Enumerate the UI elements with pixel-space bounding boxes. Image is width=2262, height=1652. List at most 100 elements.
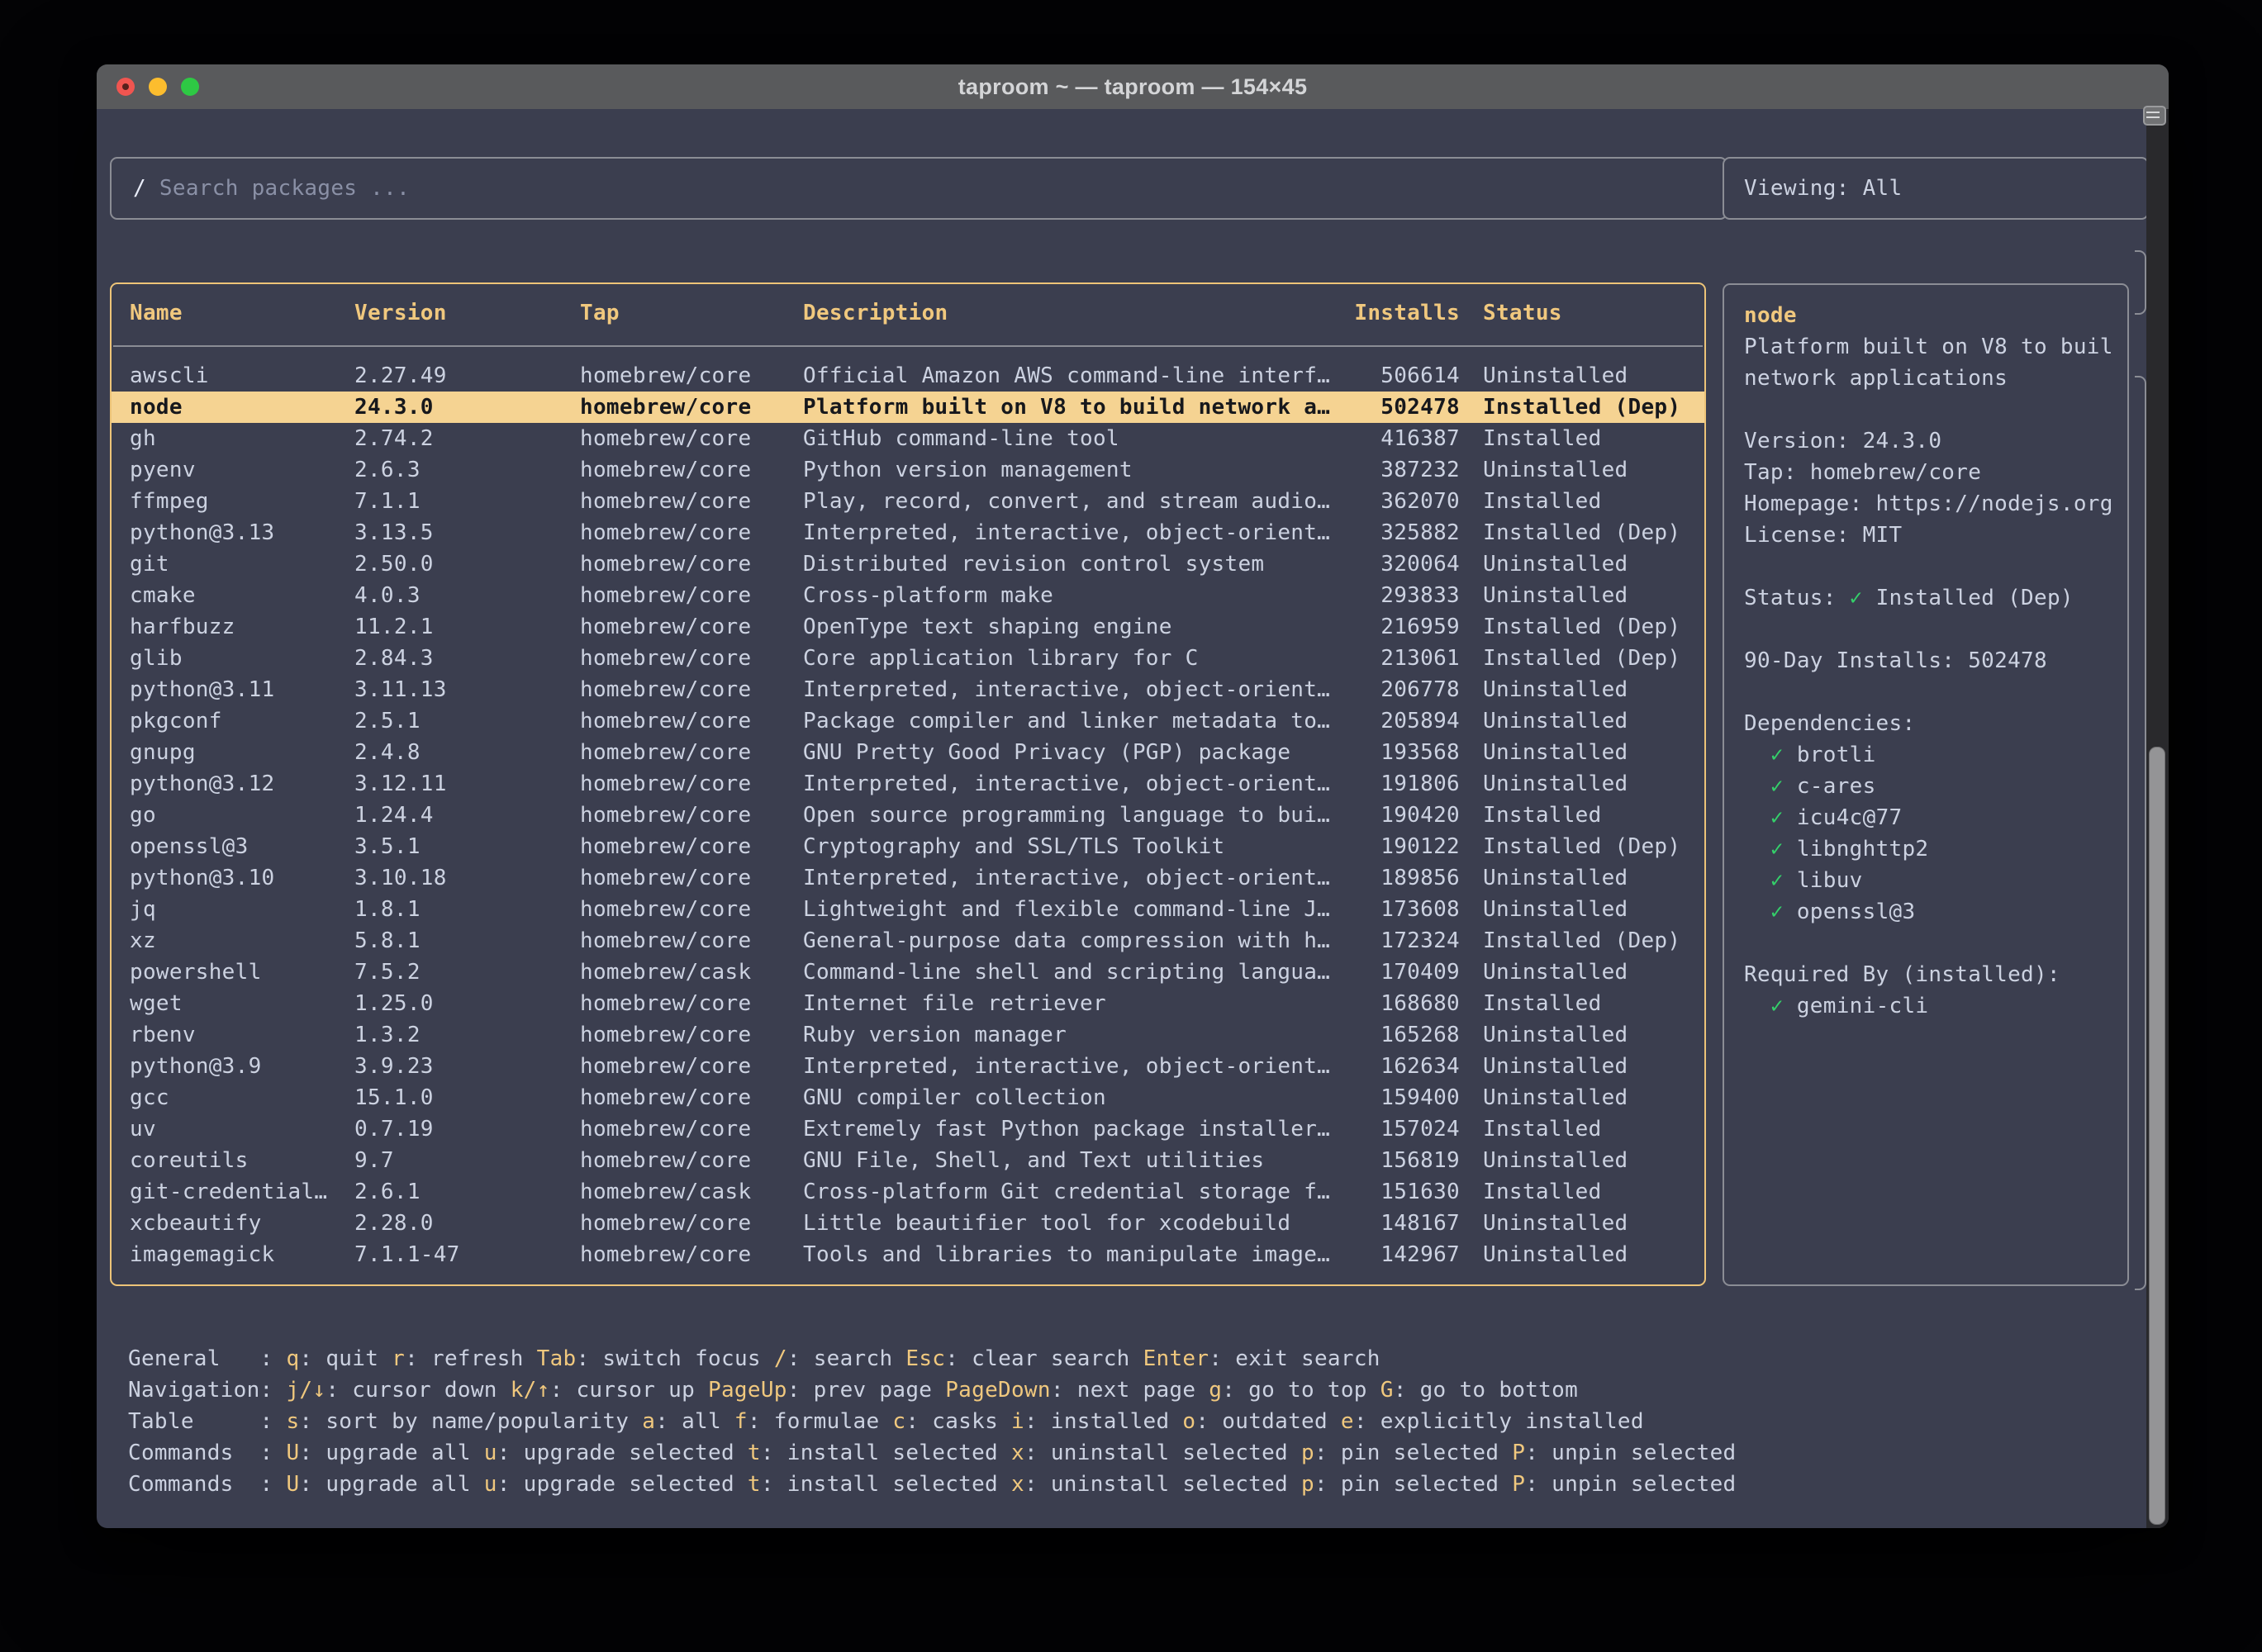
table-row[interactable]: git-credential…2.6.1homebrew/caskCross-p… bbox=[112, 1176, 1704, 1208]
table-row[interactable]: python@3.123.12.11homebrew/coreInterpret… bbox=[112, 768, 1704, 800]
cell-tap: homebrew/core bbox=[580, 580, 803, 611]
text-segment: : all bbox=[655, 1409, 734, 1434]
table-row[interactable]: openssl@33.5.1homebrew/coreCryptography … bbox=[112, 831, 1704, 862]
details-line: ✓ libuv bbox=[1744, 865, 2121, 896]
viewing-filter[interactable]: Viewing: All bbox=[1723, 157, 2149, 220]
table-row[interactable]: imagemagick7.1.1-47homebrew/coreTools an… bbox=[112, 1239, 1704, 1270]
table-row[interactable]: pyenv2.6.3homebrew/corePython version ma… bbox=[112, 454, 1704, 486]
titlebar[interactable]: taproom ~ — taproom — 154×45 bbox=[97, 64, 2169, 109]
cell-tap: homebrew/core bbox=[580, 800, 803, 831]
close-button[interactable] bbox=[116, 78, 135, 96]
text-segment: : install selected bbox=[761, 1441, 1011, 1465]
scrollbar-thumb[interactable] bbox=[2149, 747, 2165, 1525]
cell-version: 7.5.2 bbox=[354, 957, 580, 988]
cell-version: 2.6.1 bbox=[354, 1176, 580, 1208]
cell-status: Uninstalled bbox=[1460, 1019, 1704, 1051]
cell-status: Installed (Dep) bbox=[1460, 925, 1704, 957]
text-segment: : upgrade all bbox=[299, 1441, 483, 1465]
text-segment: brotli bbox=[1784, 743, 1876, 767]
cell-version: 11.2.1 bbox=[354, 611, 580, 643]
cell-name: jq bbox=[130, 894, 354, 925]
text-segment: 90-Day Installs: 502478 bbox=[1744, 648, 2047, 673]
table-row[interactable]: gnupg2.4.8homebrew/coreGNU Pretty Good P… bbox=[112, 737, 1704, 768]
cell-name: powershell bbox=[130, 957, 354, 988]
table-row[interactable]: wget1.25.0homebrew/coreInternet file ret… bbox=[112, 988, 1704, 1019]
shortcut-key: f bbox=[734, 1409, 748, 1434]
table-row[interactable]: gcc15.1.0homebrew/coreGNU compiler colle… bbox=[112, 1082, 1704, 1113]
text-segment: : upgrade all bbox=[299, 1472, 483, 1497]
table-row[interactable]: python@3.103.10.18homebrew/coreInterpret… bbox=[112, 862, 1704, 894]
table-row[interactable]: node24.3.0homebrew/corePlatform built on… bbox=[112, 392, 1704, 423]
details-line bbox=[1744, 394, 2121, 425]
cell-tap: homebrew/core bbox=[580, 643, 803, 674]
table-row[interactable]: git2.50.0homebrew/coreDistributed revisi… bbox=[112, 548, 1704, 580]
cell-tap: homebrew/core bbox=[580, 548, 803, 580]
shortcut-key: a bbox=[642, 1409, 655, 1434]
text-segment: ✓ bbox=[1770, 774, 1784, 799]
cell-installs: 168680 bbox=[1348, 988, 1460, 1019]
cell-tap: homebrew/core bbox=[580, 360, 803, 392]
table-row[interactable]: python@3.133.13.5homebrew/coreInterprete… bbox=[112, 517, 1704, 548]
table-row[interactable]: awscli2.27.49homebrew/coreOfficial Amazo… bbox=[112, 360, 1704, 392]
text-segment: : next page bbox=[1051, 1378, 1209, 1403]
cell-description: Interpreted, interactive, object-orient… bbox=[803, 674, 1348, 705]
table-row[interactable]: rbenv1.3.2homebrew/coreRuby version mana… bbox=[112, 1019, 1704, 1051]
table-row[interactable]: glib2.84.3homebrew/coreCore application … bbox=[112, 643, 1704, 674]
cell-version: 1.8.1 bbox=[354, 894, 580, 925]
table-row[interactable]: python@3.93.9.23homebrew/coreInterpreted… bbox=[112, 1051, 1704, 1082]
shortcut-key: o bbox=[1182, 1409, 1195, 1434]
shortcut-key: G bbox=[1380, 1378, 1394, 1403]
table-row[interactable]: uv0.7.19homebrew/coreExtremely fast Pyth… bbox=[112, 1113, 1704, 1145]
cell-installs: 320064 bbox=[1348, 548, 1460, 580]
cell-version: 3.9.23 bbox=[354, 1051, 580, 1082]
table-row[interactable]: go1.24.4homebrew/coreOpen source program… bbox=[112, 800, 1704, 831]
column-header-version: Version bbox=[354, 297, 580, 329]
cell-version: 7.1.1 bbox=[354, 486, 580, 517]
table-row[interactable]: harfbuzz11.2.1homebrew/coreOpenType text… bbox=[112, 611, 1704, 643]
cell-status: Installed bbox=[1460, 423, 1704, 454]
table-row[interactable]: xz5.8.1homebrew/coreGeneral-purpose data… bbox=[112, 925, 1704, 957]
text-segment: Table : bbox=[128, 1409, 286, 1434]
help-line: Table : s: sort by name/popularity a: al… bbox=[128, 1406, 1736, 1437]
shortcut-key: U bbox=[286, 1472, 299, 1497]
scrollbar-menu-icon[interactable] bbox=[2143, 106, 2166, 126]
table-row[interactable]: python@3.113.11.13homebrew/coreInterpret… bbox=[112, 674, 1704, 705]
cell-description: Internet file retriever bbox=[803, 988, 1348, 1019]
cell-installs: 156819 bbox=[1348, 1145, 1460, 1176]
table-row[interactable]: pkgconf2.5.1homebrew/corePackage compile… bbox=[112, 705, 1704, 737]
cell-version: 7.1.1-47 bbox=[354, 1239, 580, 1270]
cell-version: 3.13.5 bbox=[354, 517, 580, 548]
cell-tap: homebrew/core bbox=[580, 392, 803, 423]
cell-version: 2.84.3 bbox=[354, 643, 580, 674]
cell-description: Platform built on V8 to build network a… bbox=[803, 392, 1348, 423]
shortcut-key: Esc bbox=[905, 1346, 945, 1371]
table-row[interactable]: coreutils9.7homebrew/coreGNU File, Shell… bbox=[112, 1145, 1704, 1176]
text-segment: openssl@3 bbox=[1784, 900, 1916, 924]
cell-installs: 206778 bbox=[1348, 674, 1460, 705]
text-segment: : go to top bbox=[1222, 1378, 1380, 1403]
text-segment: Platform built on V8 to buil bbox=[1744, 335, 2113, 359]
cell-installs: 506614 bbox=[1348, 360, 1460, 392]
table-row[interactable]: xcbeautify2.28.0homebrew/coreLittle beau… bbox=[112, 1208, 1704, 1239]
text-segment: : switch focus bbox=[577, 1346, 774, 1371]
shortcut-key: PageUp bbox=[708, 1378, 787, 1403]
table-row[interactable]: jq1.8.1homebrew/coreLightweight and flex… bbox=[112, 894, 1704, 925]
text-segment: : search bbox=[787, 1346, 906, 1371]
text-segment: icu4c@77 bbox=[1784, 805, 1903, 830]
table-row[interactable]: cmake4.0.3homebrew/coreCross-platform ma… bbox=[112, 580, 1704, 611]
table-row[interactable]: powershell7.5.2homebrew/caskCommand-line… bbox=[112, 957, 1704, 988]
cell-tap: homebrew/core bbox=[580, 517, 803, 548]
search-input[interactable]: / Search packages ... bbox=[110, 157, 1727, 220]
text-segment: libnghttp2 bbox=[1784, 837, 1929, 862]
table-rows: awscli2.27.49homebrew/coreOfficial Amazo… bbox=[112, 360, 1704, 1270]
maximize-button[interactable] bbox=[181, 78, 199, 96]
cell-name: coreutils bbox=[130, 1145, 354, 1176]
details-line: License: MIT bbox=[1744, 520, 2121, 551]
details-line: ✓ brotli bbox=[1744, 739, 2121, 771]
minimize-button[interactable] bbox=[149, 78, 167, 96]
help-bar: General : q: quit r: refresh Tab: switch… bbox=[128, 1343, 1736, 1500]
table-row[interactable]: gh2.74.2homebrew/coreGitHub command-line… bbox=[112, 423, 1704, 454]
details-line bbox=[1744, 614, 2121, 645]
table-row[interactable]: ffmpeg7.1.1homebrew/corePlay, record, co… bbox=[112, 486, 1704, 517]
details-panel: nodePlatform built on V8 to builnetwork … bbox=[1723, 283, 2129, 1286]
